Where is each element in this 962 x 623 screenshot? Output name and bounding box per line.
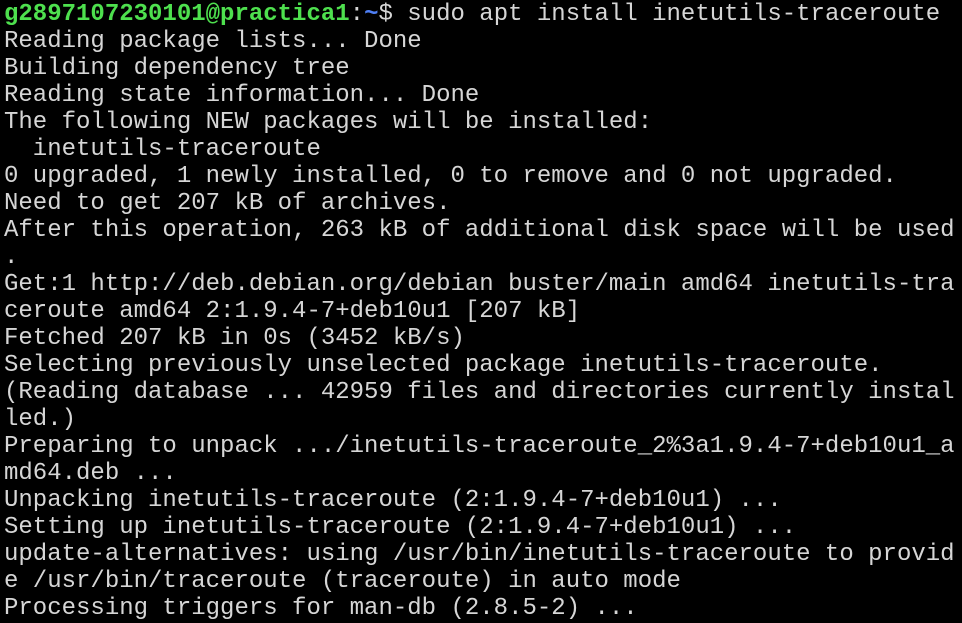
output-line: 0 upgraded, 1 newly installed, 0 to remo… [4,163,897,190]
output-line: Fetched 207 kB in 0s (3452 kB/s) [4,325,465,352]
output-line: Get:1 http://deb.debian.org/debian buste… [4,271,955,298]
output-line: md64.deb ... [4,460,177,487]
output-line: . [4,244,19,271]
prompt-path: ~ [364,1,379,28]
output-line: Reading package lists... Done [4,28,422,55]
output-line: The following NEW packages will be insta… [4,109,653,136]
output-line: Setting up inetutils-traceroute (2:1.9.4… [4,514,797,541]
prompt-separator: : [349,1,365,28]
output-line: ceroute amd64 2:1.9.4-7+deb10u1 [207 kB] [4,298,581,325]
output-line: Processing triggers for man-db (2.8.5-2)… [4,595,638,622]
command-text: sudo apt install inetutils-traceroute [392,1,941,28]
output-line: e /usr/bin/traceroute (traceroute) in au… [4,568,681,595]
output-line: After this operation, 263 kB of addition… [4,217,955,244]
output-line: Need to get 207 kB of archives. [4,190,451,217]
output-line: update-alternatives: using /usr/bin/inet… [4,541,955,568]
prompt-user-host: g2897107230101@practica1 [4,1,350,28]
output-line: Reading state information... Done [4,82,480,109]
terminal-window[interactable]: g2897107230101@practica1:~$ sudo apt ins… [0,0,962,623]
output-line: Preparing to unpack .../inetutils-tracer… [4,433,955,460]
output-line: (Reading database ... 42959 files and di… [4,379,955,406]
output-line: inetutils-traceroute [4,136,321,163]
prompt-symbol: $ [378,1,393,28]
output-line: led.) [4,406,77,433]
prompt-line: g2897107230101@practica1:~$ sudo apt ins… [4,1,962,28]
output-line: Selecting previously unselected package … [4,352,883,379]
output-line: Unpacking inetutils-traceroute (2:1.9.4-… [4,487,782,514]
output-line: Building dependency tree [4,55,350,82]
